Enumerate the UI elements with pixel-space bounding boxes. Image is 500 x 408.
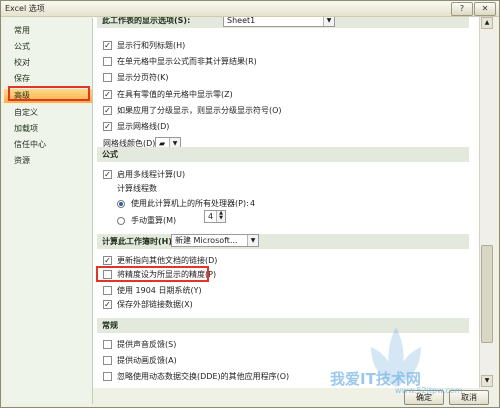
- checkbox-gridlines[interactable]: ✓: [103, 122, 112, 131]
- checkbox-dde[interactable]: [103, 372, 112, 381]
- sidebar-item-save[interactable]: 保存: [4, 72, 92, 86]
- use-all-label: 使用此计算机上的所有处理器(P):: [131, 199, 249, 208]
- sidebar-item-general[interactable]: 常用: [4, 24, 92, 38]
- chevron-down-icon: ▼: [247, 235, 258, 246]
- checkbox-show-zeros[interactable]: ✓: [103, 90, 112, 99]
- workbook-dropdown[interactable]: 新建 Microsoft... ▼: [171, 234, 259, 247]
- manual-label: 手动重算(M): [131, 216, 177, 225]
- display-worksheet-label: 此工作表的显示选项(S):: [102, 17, 191, 25]
- option-label: 显示行和列标题(H): [117, 41, 186, 50]
- spinner-arrows-icon[interactable]: ▲ ▼: [216, 211, 225, 222]
- thread-count-label: 计算线程数: [117, 184, 157, 193]
- help-button[interactable]: ?: [451, 2, 473, 16]
- option-label: 保存外部链接数据(X): [117, 300, 193, 309]
- calc-workbook-header: 计算此工作簿时(H):: [97, 234, 469, 249]
- manual-thread-spinner[interactable]: 4 ▲ ▼: [204, 210, 226, 223]
- checkbox-1904[interactable]: [103, 286, 112, 295]
- option-label: 在单元格中显示公式而非其计算结果(R): [117, 57, 257, 66]
- advanced-highlight-box: [8, 86, 90, 101]
- option-label: 显示分页符(K): [117, 73, 169, 82]
- scroll-up-icon[interactable]: ▲: [481, 17, 493, 29]
- window-title: Excel 选项: [5, 4, 45, 13]
- option-label: 忽略使用动态数据交换(DDE)的其他应用程序(O): [117, 372, 290, 381]
- watermark-url: www.52itpw.com: [395, 386, 463, 395]
- checkbox-update-links[interactable]: ✓: [103, 256, 112, 265]
- option-label: 提供动画反馈(A): [117, 356, 177, 365]
- options-content: 此工作表的显示选项(S): Sheet1 ▼ ✓ 显示行和列标题(H) 在单元格…: [93, 17, 479, 403]
- manual-thread-value: 4: [208, 212, 214, 221]
- title-bar: Excel 选项 ? ✕: [1, 1, 499, 17]
- sidebar-item-addins[interactable]: 加载项: [4, 122, 92, 136]
- sidebar-item-formulas[interactable]: 公式: [4, 40, 92, 54]
- option-label: 显示网格线(D): [117, 122, 170, 131]
- checkbox-headers[interactable]: ✓: [103, 41, 112, 50]
- scroll-down-icon[interactable]: ▼: [481, 375, 493, 387]
- radio-use-all-processors[interactable]: [117, 200, 125, 208]
- checkbox-sound[interactable]: [103, 340, 112, 349]
- checkbox-show-formulas[interactable]: [103, 57, 112, 66]
- sidebar-item-proofing[interactable]: 校对: [4, 56, 92, 70]
- option-label: 提供声音反馈(S): [117, 340, 177, 349]
- radio-manual[interactable]: [117, 217, 125, 225]
- processor-count: 4: [250, 199, 256, 208]
- calc-workbook-label: 计算此工作簿时(H):: [102, 237, 176, 246]
- close-button[interactable]: ✕: [474, 2, 496, 16]
- precision-highlight-box: [96, 266, 209, 282]
- workbook-dropdown-value: 新建 Microsoft...: [175, 236, 238, 245]
- option-label: 启用多线程计算(U): [117, 170, 186, 179]
- chevron-down-icon: ▼: [323, 17, 334, 26]
- option-label: 在具有零值的单元格中显示零(Z): [117, 90, 233, 99]
- sheet-dropdown[interactable]: Sheet1 ▼: [223, 17, 335, 27]
- vertical-scrollbar[interactable]: ▲ ▼: [479, 17, 494, 388]
- checkbox-animation[interactable]: [103, 356, 112, 365]
- checkbox-save-external[interactable]: ✓: [103, 300, 112, 309]
- sidebar-item-trust-center[interactable]: 信任中心: [4, 138, 92, 152]
- sidebar-item-customize[interactable]: 自定义: [4, 106, 92, 120]
- checkbox-outline-symbols[interactable]: ✓: [103, 106, 112, 115]
- option-label: 如果应用了分级显示，则显示分级显示符号(O): [117, 106, 282, 115]
- option-label: 使用 1904 日期系统(Y): [117, 286, 202, 295]
- scrollbar-thumb[interactable]: [481, 245, 493, 343]
- checkbox-page-breaks[interactable]: [103, 73, 112, 82]
- sheet-dropdown-value: Sheet1: [227, 17, 256, 25]
- checkbox-multithread[interactable]: ✓: [103, 170, 112, 179]
- sidebar-item-resources[interactable]: 资源: [4, 154, 92, 168]
- sidebar: 常用 公式 校对 保存 高级 自定义 加载项 信任中心 资源: [4, 18, 93, 404]
- formulas-section-header: 公式: [97, 147, 469, 162]
